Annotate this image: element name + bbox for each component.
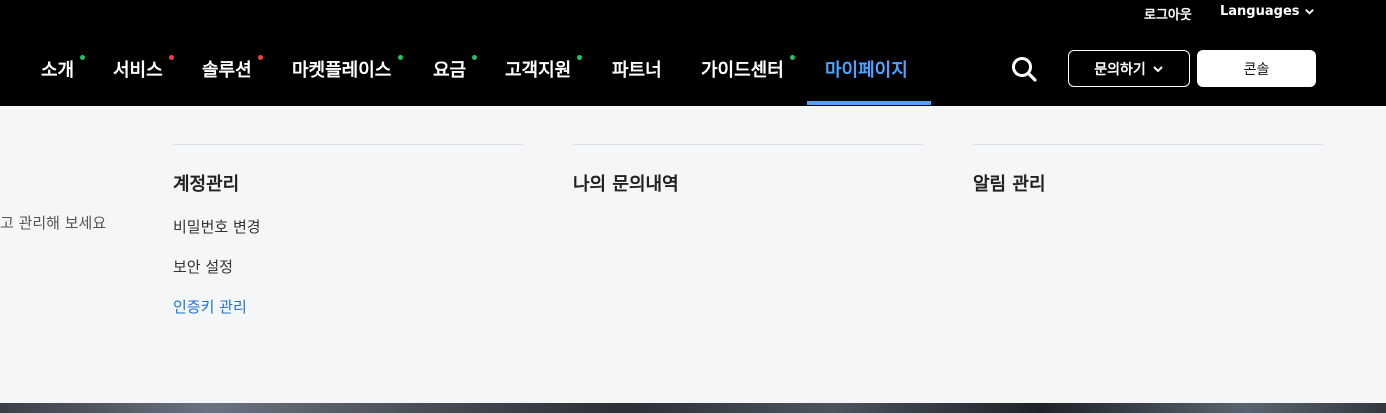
new-dot (258, 55, 263, 60)
console-button[interactable]: 콘솔 (1197, 50, 1316, 87)
nav-item-mypage[interactable]: 마이페이지 (825, 56, 908, 82)
logout-link[interactable]: 로그아웃 (1144, 4, 1192, 23)
menu-column-divider (173, 144, 523, 145)
nav-item-guide-center[interactable]: 가이드센터 (701, 55, 795, 82)
inquiry-label: 문의하기 (1094, 61, 1146, 78)
new-dot (472, 55, 477, 60)
search-button[interactable] (1010, 55, 1038, 83)
panel-lead-text: 고 관리해 보세요 (0, 214, 107, 232)
menu-link-auth-key[interactable]: 인증키 관리 (173, 296, 247, 317)
nav-label: 서비스 (113, 60, 163, 81)
new-dot (790, 55, 795, 60)
menu-link-security-settings[interactable]: 보안 설정 (173, 256, 233, 277)
nav-label: 솔루션 (202, 60, 252, 81)
inquiry-button[interactable]: 문의하기 (1068, 50, 1190, 87)
new-dot (169, 55, 174, 60)
nav-label: 파트너 (612, 60, 662, 81)
nav-label: 마이페이지 (825, 60, 908, 81)
menu-column-divider (973, 144, 1323, 145)
nav-item-services[interactable]: 서비스 (113, 55, 174, 82)
nav-item-partners[interactable]: 파트너 (612, 56, 662, 82)
menu-link-change-password[interactable]: 비밀번호 변경 (173, 216, 261, 237)
nav-item-marketplace[interactable]: 마켓플레이스 (292, 55, 403, 82)
search-icon (1012, 57, 1037, 82)
active-nav-indicator (807, 101, 931, 105)
nav-label: 고객지원 (505, 60, 572, 81)
new-dot (398, 55, 403, 60)
nav-item-pricing[interactable]: 요금 (433, 55, 477, 82)
nav-item-solutions[interactable]: 솔루션 (202, 55, 263, 82)
global-header: 로그아웃 Languages 소개 서비스 솔루션 마켓플레이스 요금 고객지원… (0, 0, 1386, 106)
nav-label: 소개 (41, 60, 75, 81)
languages-label: Languages (1220, 4, 1300, 19)
mypage-mega-menu: 계정관리 비밀번호 변경 보안 설정 인증키 관리 나의 문의내역 알림 관리 (0, 106, 1386, 403)
nav-item-support[interactable]: 고객지원 (505, 55, 582, 82)
chevron-down-icon (1153, 65, 1163, 72)
menu-heading-notifications[interactable]: 알림 관리 (973, 170, 1046, 196)
languages-dropdown[interactable]: Languages (1220, 4, 1315, 19)
nav-label: 마켓플레이스 (292, 60, 392, 81)
menu-column-divider (573, 144, 923, 145)
hero-image-edge (0, 403, 1386, 413)
new-dot (80, 55, 85, 60)
new-dot (577, 55, 582, 60)
menu-heading-inquiries[interactable]: 나의 문의내역 (573, 170, 679, 196)
menu-heading-account[interactable]: 계정관리 (173, 170, 239, 196)
nav-label: 요금 (433, 60, 467, 81)
console-label: 콘솔 (1243, 61, 1270, 78)
nav-label: 가이드센터 (701, 60, 784, 81)
nav-item-intro[interactable]: 소개 (41, 55, 85, 82)
chevron-down-icon (1304, 9, 1314, 15)
